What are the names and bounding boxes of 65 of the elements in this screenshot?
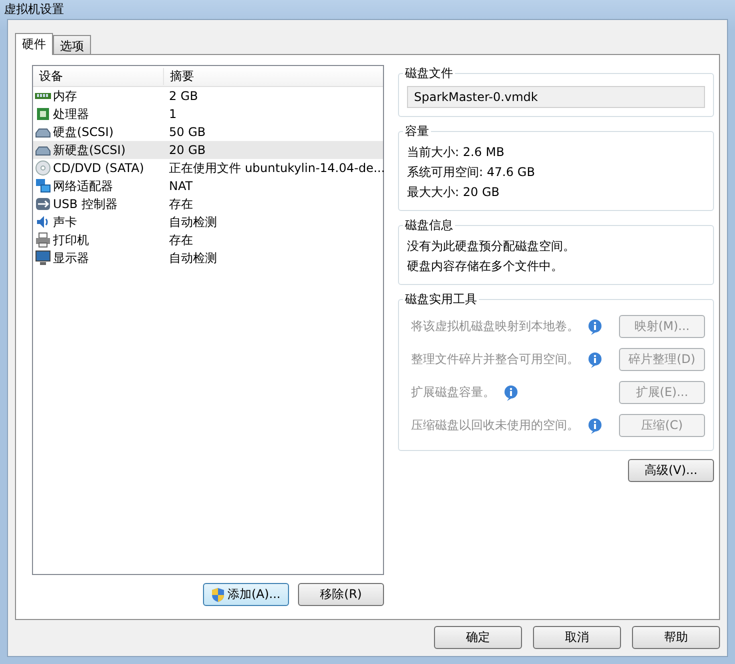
group-title: 容量 [404,123,430,140]
device-name: 显示器 [53,250,89,266]
disc-icon [35,160,51,176]
info-text: 没有为此硬盘预分配磁盘空间。 [407,238,576,255]
column-header[interactable]: 摘要 [164,68,194,84]
usb-icon [35,196,51,212]
remove-button[interactable]: 移除(R) [298,583,384,606]
device-name: 硬盘(SCSI) [53,124,114,140]
info-text: 硬盘内容存储在多个文件中。 [407,258,564,275]
device-row[interactable]: CD/DVD (SATA) 正在使用文件 ubuntukylin-14.04-de... [33,159,383,177]
chip-icon [35,106,51,122]
device-name: 新硬盘(SCSI) [53,142,126,158]
tab[interactable]: 硬件 [15,33,53,55]
utility-description: 扩展磁盘容量。 [411,384,495,401]
info-icon[interactable] [503,384,519,400]
window-title: 虚拟机设置 [4,1,64,18]
device-summary: 20 GB [168,143,206,157]
device-summary: 正在使用文件 ubuntukylin-14.04-de... [168,160,385,176]
info-icon[interactable] [587,418,603,434]
column-header[interactable]: 设备 [33,68,164,84]
info-icon[interactable] [587,352,603,368]
device-summary: 自动检测 [168,214,217,230]
info-icon[interactable] [587,318,603,334]
device-row[interactable]: 声卡 自动检测 [33,213,383,231]
device-summary: 存在 [168,232,193,248]
group-title: 磁盘实用工具 [404,291,478,308]
dialog-button[interactable]: 确定 [434,626,522,649]
device-summary: 2 GB [168,89,198,103]
capacity-text: 当前大小: 2.6 MB [407,144,506,161]
group-title: 磁盘信息 [404,217,454,234]
device-row[interactable]: 处理器 1 [33,105,383,123]
device-row[interactable]: 内存 2 GB [33,87,383,105]
device-name: 内存 [53,88,77,104]
file-field[interactable]: SparkMaster-0.vmdk [407,86,705,108]
device-row[interactable]: 硬盘(SCSI) 50 GB [33,123,383,141]
device-summary: 自动检测 [168,250,217,266]
device-summary: 存在 [168,196,193,212]
utility-description: 将该虚拟机磁盘映射到本地卷。 [411,318,579,335]
device-name: CD/DVD (SATA) [53,161,144,175]
dialog-button[interactable]: 帮助 [632,626,720,649]
utility-description: 整理文件碎片并整合可用空间。 [411,351,579,368]
device-name: USB 控制器 [53,196,118,212]
capacity-text: 最大大小: 20 GB [407,184,500,201]
device-row[interactable]: 打印机 存在 [33,231,383,249]
device-name: 网络适配器 [53,178,113,194]
device-name: 打印机 [53,232,89,248]
monitor-icon [35,250,51,266]
device-name: 声卡 [53,214,77,230]
device-summary: 1 [168,107,177,121]
device-summary: 50 GB [168,125,206,139]
printer-icon [35,232,51,248]
device-row[interactable]: 新硬盘(SCSI) 20 GB [33,141,383,159]
tab[interactable]: 选项 [53,35,91,54]
device-row[interactable]: USB 控制器 存在 [33,195,383,213]
device-summary: NAT [168,179,193,193]
utility-description: 压缩磁盘以回收未使用的空间。 [411,417,579,434]
add-button[interactable]: 添加(A)... [203,583,289,606]
dialog-button[interactable]: 取消 [533,626,621,649]
device-name: 处理器 [53,106,89,122]
network-icon [35,178,51,194]
advanced-button[interactable]: 高级(V)... [628,459,714,482]
group-title: 磁盘文件 [404,65,454,82]
device-row[interactable]: 网络适配器 NAT [33,177,383,195]
device-row[interactable]: 显示器 自动检测 [33,249,383,267]
capacity-text: 系统可用空间: 47.6 GB [407,164,536,181]
